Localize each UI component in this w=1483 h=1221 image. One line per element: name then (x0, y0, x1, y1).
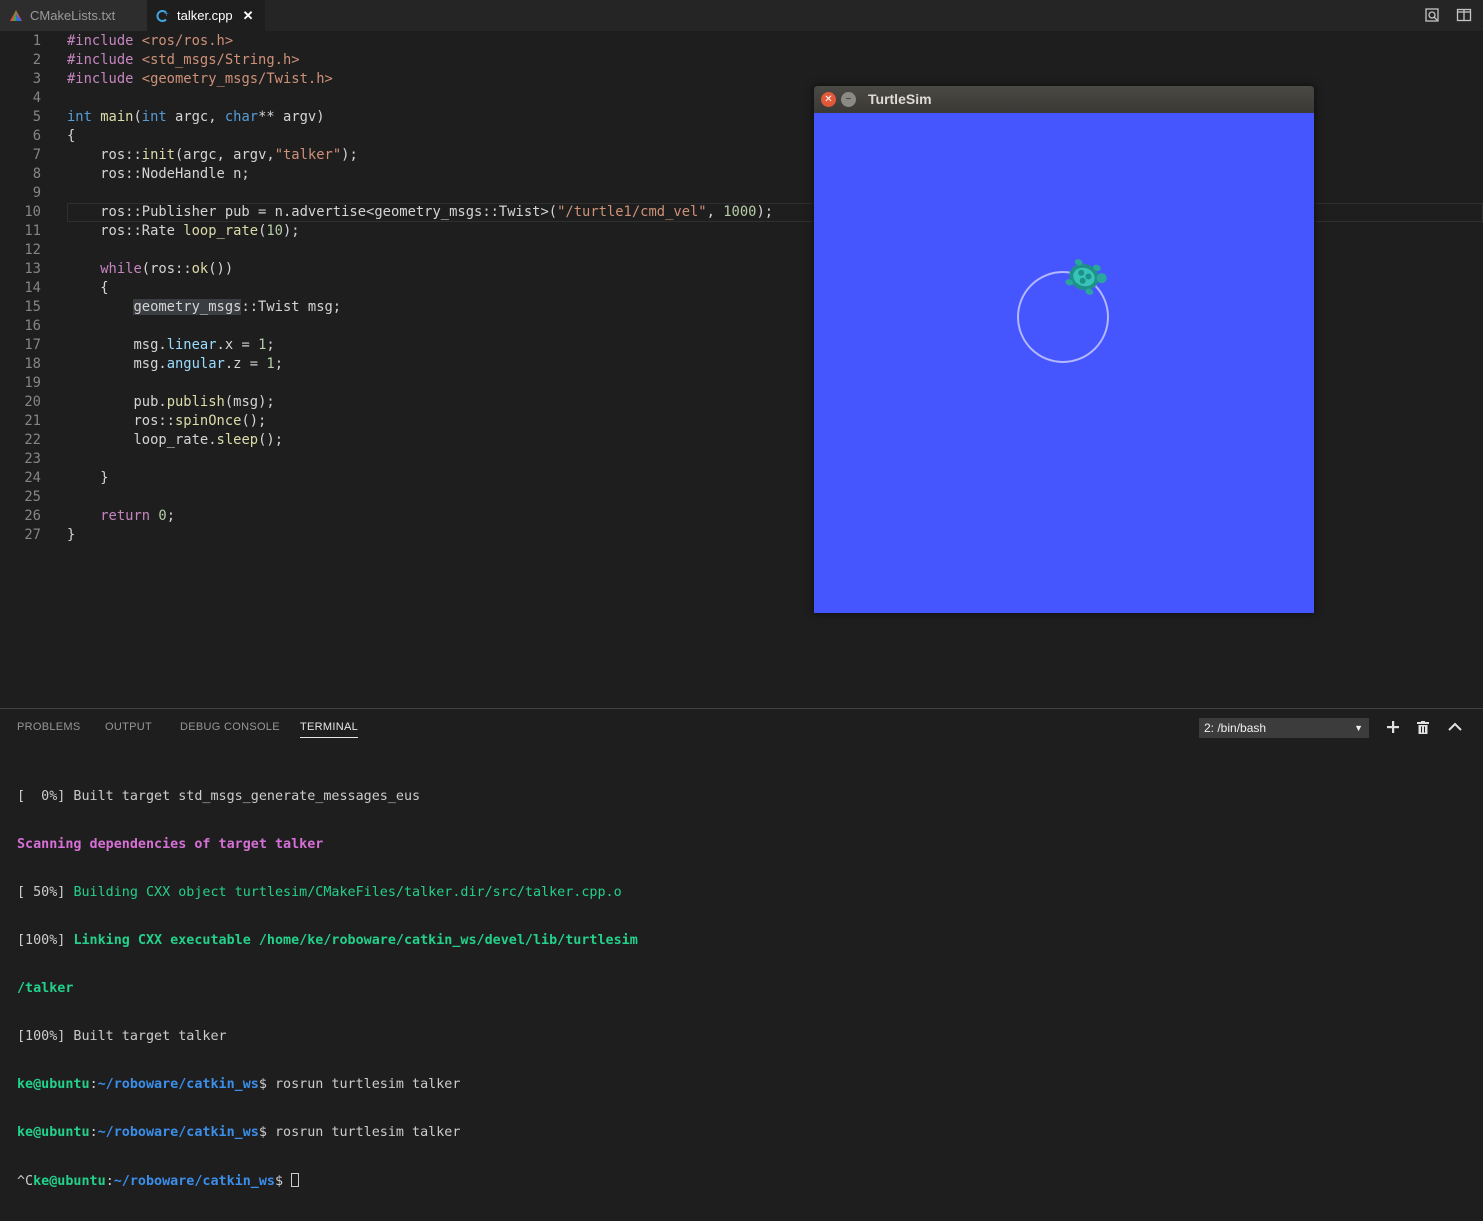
terminal-line: [100%] Linking CXX executable /home/ke/r… (17, 933, 638, 948)
split-editor-icon[interactable] (1455, 6, 1473, 24)
terminal-line: /talker (17, 981, 74, 996)
line-number: 5 (32, 109, 41, 125)
code-text: msg.linear.x = 1; (67, 337, 275, 353)
code-text: return 0; (100, 508, 176, 524)
terminal-cursor (291, 1173, 300, 1187)
tab-label: talker.cpp (177, 8, 233, 23)
terminal-line: [100%] Built target talker (17, 1029, 227, 1044)
tab-output[interactable]: OUTPUT (105, 721, 152, 733)
terminal-prompt: ^Cke@ubuntu:~/roboware/catkin_ws$ (17, 1173, 638, 1189)
line-number: 14 (24, 280, 41, 296)
code-text: loop_rate.sleep(); (67, 432, 283, 448)
terminal-line: ke@ubuntu:~/roboware/catkin_ws$ rosrun t… (17, 1125, 461, 1140)
line-number: 1 (32, 33, 41, 49)
code-text: msg.angular.z = 1; (67, 356, 284, 372)
bottom-panel: PROBLEMS OUTPUT DEBUG CONSOLE TERMINAL 2… (0, 708, 1483, 1189)
line-number: 7 (32, 147, 41, 163)
terminal-line: [ 50%] Building CXX object turtlesim/CMa… (17, 885, 622, 900)
line-number: 21 (24, 413, 41, 429)
code-text: #include <ros/ros.h> (67, 33, 234, 49)
code-text: { (67, 128, 76, 144)
line-number: 15 (24, 299, 41, 315)
turtle-icon (1065, 259, 1107, 295)
line-number: 19 (24, 375, 41, 391)
svg-text:+: + (164, 11, 169, 18)
chevron-up-icon[interactable] (1447, 719, 1463, 735)
terminal-line: [ 0%] Built target std_msgs_generate_mes… (17, 789, 421, 804)
plus-icon[interactable] (1385, 719, 1401, 735)
terminal-select[interactable]: 2: /bin/bash ▼ (1199, 718, 1369, 738)
line-number: 12 (24, 242, 41, 258)
terminal-select-value: 2: /bin/bash (1204, 721, 1267, 735)
line-number: 18 (24, 356, 41, 372)
cmake-icon (8, 9, 24, 22)
window-titlebar[interactable]: ✕ − TurtleSim (814, 86, 1314, 113)
turtlesim-canvas (814, 113, 1314, 613)
cpp-file-icon: + (155, 9, 171, 23)
split-compare-icon[interactable] (1423, 6, 1441, 24)
line-number: 16 (24, 318, 41, 334)
line-number: 8 (32, 166, 41, 182)
line-number: 25 (24, 489, 41, 505)
line-number: 26 (24, 508, 41, 524)
line-number: 3 (32, 71, 41, 87)
code-text: int main(int argc, char** argv) (67, 109, 325, 125)
line-number: 20 (24, 394, 41, 410)
line-number: 24 (24, 470, 41, 486)
line-number: 9 (32, 185, 41, 201)
line-number: 17 (24, 337, 41, 353)
code-text: #include <std_msgs/String.h> (67, 52, 300, 68)
chevron-down-icon: ▼ (1354, 723, 1363, 733)
tab-problems[interactable]: PROBLEMS (17, 721, 81, 733)
line-number: 13 (24, 261, 41, 277)
code-text: ros::NodeHandle n; (67, 166, 250, 182)
line-number: 27 (24, 527, 41, 543)
line-number: 4 (32, 90, 41, 106)
close-icon[interactable]: ✕ (243, 8, 254, 24)
tab-debug-console[interactable]: DEBUG CONSOLE (180, 721, 280, 733)
code-text: ros::Rate loop_rate(10); (67, 223, 300, 239)
terminal-line: Scanning dependencies of target talker (17, 837, 324, 852)
window-minimize-button[interactable]: − (841, 92, 856, 107)
code-text: geometry_msgs::Twist msg; (133, 299, 342, 315)
code-text: ros::init(argc, argv,"talker"); (67, 147, 358, 163)
line-number: 23 (24, 451, 41, 467)
tab-cmakelists[interactable]: CMakeLists.txt (0, 0, 147, 31)
trash-icon[interactable] (1415, 719, 1431, 735)
terminal-output[interactable]: [ 0%] Built target std_msgs_generate_mes… (17, 757, 638, 1221)
code-text: #include <geometry_msgs/Twist.h> (67, 71, 333, 87)
line-number: 2 (32, 52, 41, 68)
turtlesim-window: ✕ − TurtleSim (814, 86, 1314, 613)
code-text: { (67, 280, 109, 296)
code-text: } (67, 527, 76, 543)
tab-talker-cpp[interactable]: + talker.cpp ✕ (147, 0, 265, 31)
editor-tab-bar: CMakeLists.txt + talker.cpp ✕ (0, 0, 1483, 31)
code-text: while(ros::ok()) (100, 261, 234, 277)
line-number: 11 (24, 223, 41, 239)
code-text: } (67, 470, 109, 486)
code-text: pub.publish(msg); (67, 394, 275, 410)
line-number: 22 (24, 432, 41, 448)
code-text: ros::Publisher pub = n.advertise<geometr… (67, 204, 774, 220)
window-title: TurtleSim (868, 91, 932, 107)
line-number: 6 (32, 128, 41, 144)
code-text: ros::spinOnce(); (67, 413, 267, 429)
terminal-line: ke@ubuntu:~/roboware/catkin_ws$ rosrun t… (17, 1077, 461, 1092)
tab-label: CMakeLists.txt (30, 8, 116, 23)
line-number: 10 (24, 204, 41, 220)
tab-terminal[interactable]: TERMINAL (300, 721, 359, 738)
window-close-button[interactable]: ✕ (821, 92, 836, 107)
